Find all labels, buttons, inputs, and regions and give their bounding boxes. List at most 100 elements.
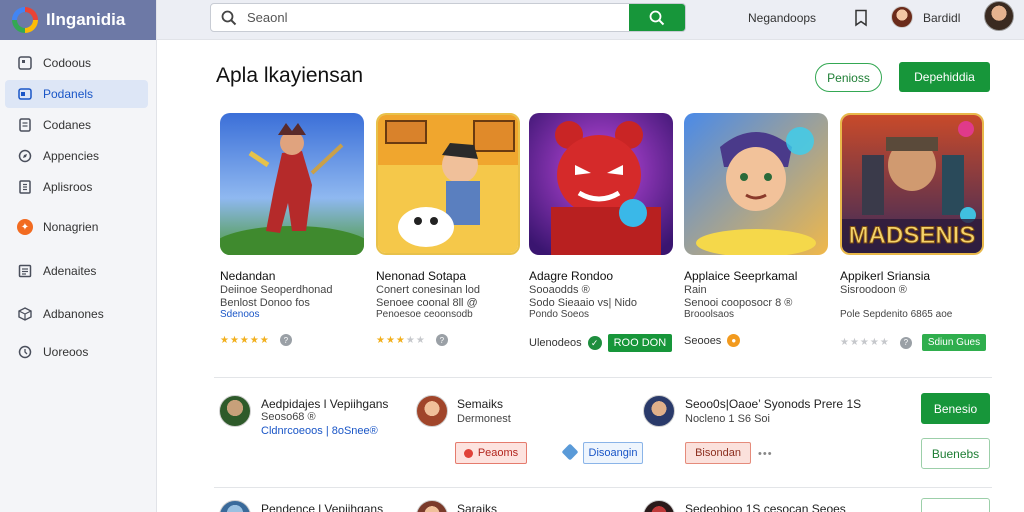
bookmark-icon[interactable] [853,9,869,27]
compass-icon [17,148,33,164]
app-card[interactable]: MADSENIS Appikerl Sriansia Sisroodoon ® … [840,113,987,351]
list-item-right-title: Sedeobioo 1S cesocan Seoes [685,502,846,512]
list-item-right-subtitle: Nocleno 1 S6 Soi [685,413,770,425]
row-primary-button[interactable]: Benesio [921,393,990,424]
card-title: Appikerl Sriansia [840,269,931,283]
brand-name: Ilnganidia [46,10,126,29]
app-thumbnail[interactable]: MADSENIS [840,113,984,255]
sidebar-item-label: Aplisroos [43,180,93,194]
avatar[interactable] [643,395,675,427]
brand-bar: Ilnganidia [0,0,156,40]
row-secondary-button[interactable] [921,498,990,512]
top-link[interactable]: Negandoops [748,11,816,25]
price-tag[interactable]: Sdiun Gues [921,334,987,351]
card-meta: Ulenodeos ✓ ROO DON [529,334,673,352]
sidebar-item-adenaites[interactable]: Adenaites [5,257,148,285]
rating-stars: ★★★★★ [220,334,270,346]
avatar[interactable] [219,395,251,427]
sidebar-item-aplisroos[interactable]: Aplisroos [5,173,148,201]
card-subtitle: Sooaodds ® [529,284,590,296]
sidebar-item-label: Codanes [43,118,92,132]
card-rating: ★★★★★ ? [220,334,292,346]
card-detail: Benlost Donoo fos [220,297,310,309]
sidebar-item-label: Nonagrien [43,220,99,234]
info-icon[interactable]: ? [279,334,292,346]
app-thumbnail[interactable] [684,113,828,255]
tag-chip[interactable]: Disoangin [583,442,643,464]
brand-logo-icon[interactable] [12,7,38,33]
avatar[interactable] [416,395,448,427]
sidebar-item-codanes[interactable]: Codanes [5,111,148,139]
sidebar-item-adbanones[interactable]: Adbanones [5,300,148,328]
search-input[interactable] [247,10,629,25]
avatar[interactable] [891,6,913,28]
sidebar-item-label: Adenaites [43,264,97,278]
badge-icon: ● [727,334,741,347]
app-thumbnail[interactable] [376,113,520,255]
avatar[interactable] [416,500,448,512]
orange-badge-icon: ✦ [17,219,33,235]
card-rating: ★★★★★ ? [376,334,448,346]
card-detail: Sodo Sieaaio vs| Nido [529,297,638,309]
card-meta: Seooes ● [684,334,741,347]
card-detail: Senooi cooposocr 8 ® [684,297,793,309]
package-icon [17,306,33,322]
person-name[interactable]: Semaiks [457,397,503,411]
history-icon [17,344,33,360]
list-item-subtitle: Seoso68 ® [261,411,316,423]
sidebar: Ilnganidia Codoous Podanels Codanes Appe… [0,0,157,512]
sidebar-item-uoreoos[interactable]: Uoreoos [5,338,148,366]
more-icon[interactable]: ••• [758,448,773,460]
app-card[interactable]: Applaice Seeprkamal Rain Senooi cooposoc… [684,113,830,347]
tag-chip[interactable]: Peaoms [455,442,527,464]
info-icon[interactable]: ? [899,336,912,349]
sidebar-item-nonagrien[interactable]: ✦ Nonagrien [5,213,148,241]
row-secondary-button[interactable]: Buenebs [921,438,990,469]
divider [214,487,992,488]
card-subtitle: Conert conesinan lod [376,284,480,296]
tag-icon [561,443,579,461]
info-icon[interactable]: ? [435,334,448,346]
secondary-button[interactable]: Penioss [815,63,882,92]
page-title: Apla lkayiensan [216,64,364,87]
app-thumbnail[interactable] [220,113,364,255]
sidebar-item-label: Codoous [43,56,92,70]
app-card[interactable]: Adagre Rondoo Sooaodds ® Sodo Sieaaio vs… [529,113,675,352]
card-detail: Senoee coonal 8ll @ [376,297,478,309]
user-name[interactable]: Bardidl [923,11,960,25]
card-rating: ★★★★★ ? Sdiun Gues [840,334,987,351]
sidebar-item-label: Podanels [43,87,94,101]
sidebar-item-podanels[interactable]: Podanels [5,80,148,108]
document-icon [17,117,33,133]
list-item-title[interactable]: Pendence l Vepiihgans [261,502,383,512]
card-title: Nenonad Sotapa [376,269,467,283]
sidebar-item-appencies[interactable]: Appencies [5,142,148,170]
card-detail-extra: Pole Sepdenito 6865 aoe [840,309,953,320]
search-icon [649,10,665,25]
list-icon [17,263,33,279]
search-button[interactable] [629,4,685,31]
list-item-link[interactable]: Cldnrcoeoos | 8oSnee® [261,425,378,437]
primary-button[interactable]: Depehiddia [899,62,990,92]
avatar[interactable] [219,500,251,512]
list-item-right-title: Seoo0s|Oaoe’ Syonods Prere 1S [685,397,862,411]
list-item-title[interactable]: Aedpidajes l Vepiihgans [261,397,388,411]
card-subtitle: Rain [684,284,707,296]
person-name[interactable]: Saraiks [457,502,497,512]
sidebar-item-label: Appencies [43,149,100,163]
price-tag[interactable]: ROO DON [607,334,673,352]
card-subtitle-text: Sooaodds ® [529,284,590,296]
search-box [210,3,686,32]
card-detail-extra: Penoesoe ceoonsodb [376,309,473,320]
chip-label: Peaoms [477,447,519,459]
profile-avatar[interactable] [984,1,1014,31]
card-title: Adagre Rondoo [529,269,614,283]
app-thumbnail[interactable] [529,113,673,255]
sidebar-item-codoous[interactable]: Codoous [5,49,148,77]
app-card[interactable]: Nenonad Sotapa Conert conesinan lod Seno… [376,113,522,346]
app-card[interactable]: Nedandan Deiinoe Seoperdhonad Benlost Do… [220,113,366,346]
avatar[interactable] [643,500,675,512]
card-link[interactable]: Sdenoos [220,309,259,320]
rating-stars: ★★★★★ [376,334,426,346]
tag-chip[interactable]: Bisondan [685,442,751,464]
